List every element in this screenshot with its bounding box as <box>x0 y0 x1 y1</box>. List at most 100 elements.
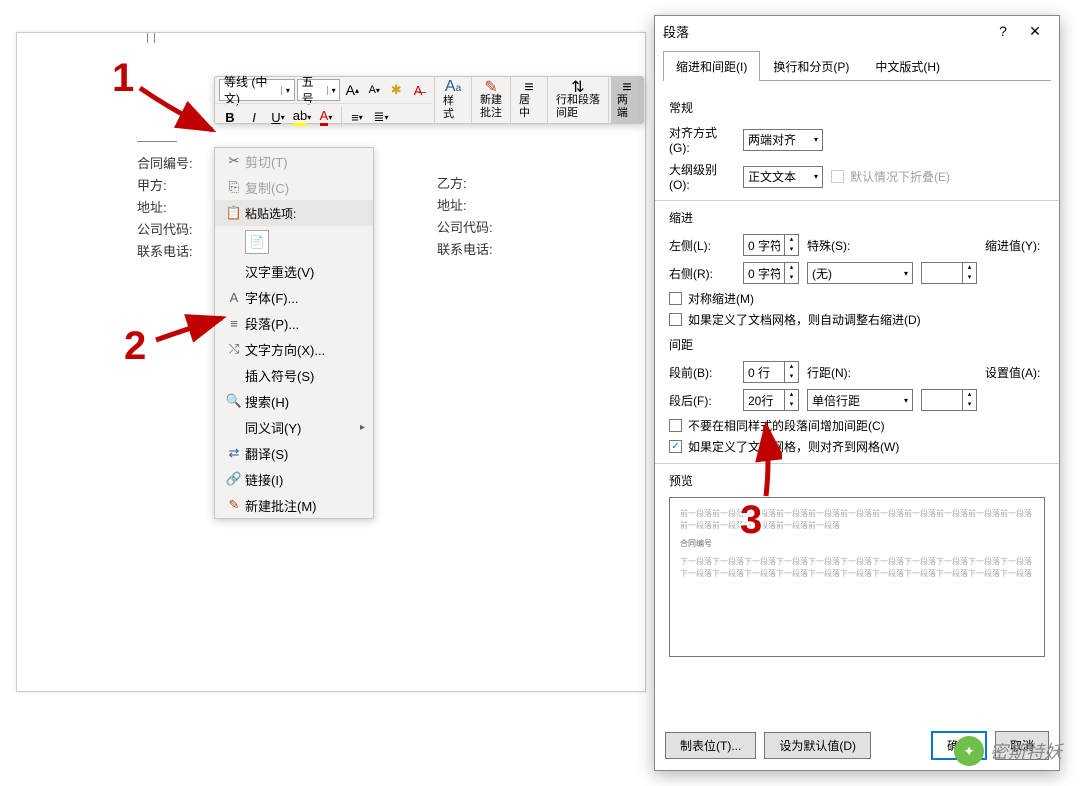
field-phone-a: 联系电话: <box>137 241 193 263</box>
line-spacing-label: 行距(N): <box>807 364 867 381</box>
doc-left-column[interactable]: 合同编号: 甲方: 地址: 公司代码: 联系电话: <box>137 153 193 263</box>
collapsed-checkbox: 默认情况下折叠(E) <box>831 168 950 185</box>
line-spacing-icon: ⇅ <box>571 81 584 94</box>
outline-label: 大纲级别(O): <box>669 161 735 192</box>
indent-right-spinner[interactable]: ▴▾ <box>743 262 799 284</box>
new-comment-button[interactable]: ✎ 新建 批注 <box>474 77 508 123</box>
text-direction-icon: ⤭ <box>223 341 245 357</box>
underline-button[interactable]: U▾ <box>267 106 289 128</box>
mirror-indent-checkbox[interactable]: 对称缩进(M) <box>669 290 1045 307</box>
format-painter-button[interactable]: ✱ <box>386 79 406 101</box>
special-dropdown[interactable]: (无)▾ <box>807 262 913 284</box>
align-center-icon: ≡ <box>524 81 533 94</box>
space-before-spinner[interactable]: ▴▾ <box>743 361 799 383</box>
field-company-code-a: 公司代码: <box>137 219 193 241</box>
field-party-b: 乙方: <box>437 173 493 195</box>
clipboard-icon: 📄 <box>250 235 265 249</box>
ok-button[interactable]: 确定 <box>931 731 987 760</box>
chevron-down-icon: ▾ <box>904 396 908 405</box>
preview-box: 前一段落前一段落前一段落前一段落前一段落前一段落前一段落前一段落前一段落前一段落… <box>669 497 1045 657</box>
format-painter-icon: ✱ <box>391 82 402 98</box>
no-space-same-style-checkbox[interactable]: 不要在相同样式的段落间增加间距(C) <box>669 417 1045 434</box>
italic-button[interactable]: I <box>243 106 265 128</box>
doc-right-column[interactable]: 乙方: 地址: 公司代码: 联系电话: <box>437 173 493 261</box>
copy-icon: ⎘ <box>223 179 245 195</box>
ctx-paste-options-row: 📄 <box>215 226 373 258</box>
field-address-b: 地址: <box>437 195 493 217</box>
font-color-button[interactable]: A▾ <box>315 106 337 128</box>
chevron-down-icon: ▾ <box>814 135 818 144</box>
ctx-paragraph[interactable]: ≡段落(P)... <box>215 310 373 336</box>
tabs-button[interactable]: 制表位(T)... <box>665 732 756 759</box>
auto-adjust-indent-checkbox[interactable]: 如果定义了文档网格，则自动调整右缩进(D) <box>669 311 1045 328</box>
search-icon: 🔍 <box>223 393 245 409</box>
shrink-font-button[interactable]: A▾ <box>364 79 384 101</box>
tab-indent-spacing[interactable]: 缩进和间距(I) <box>663 51 760 81</box>
align-justify-icon: ≡ <box>622 81 631 94</box>
field-contract-no: 合同编号: <box>137 153 193 175</box>
section-spacing-title: 间距 <box>669 336 1045 353</box>
alignment-label: 对齐方式(G): <box>669 124 735 155</box>
highlight-button[interactable]: ab▾ <box>291 106 313 128</box>
paste-icon: 📋 <box>223 205 245 221</box>
ctx-search[interactable]: 🔍搜索(H) <box>215 388 373 414</box>
tab-chinese-layout[interactable]: 中文版式(H) <box>862 51 953 81</box>
bullet-list-button[interactable]: ≡▾ <box>346 106 368 128</box>
set-default-button[interactable]: 设为默认值(D) <box>764 732 871 759</box>
translate-icon: ⇄ <box>223 445 245 461</box>
ctx-font[interactable]: A字体(F)... <box>215 284 373 310</box>
align-center-button[interactable]: ≡ 居中 <box>513 77 545 123</box>
dialog-footer: 制表位(T)... 设为默认值(D) 确定 取消 <box>655 721 1059 770</box>
styles-icon: Aa <box>445 80 461 95</box>
styles-button[interactable]: Aa 样式 <box>437 77 469 123</box>
link-icon: 🔗 <box>223 471 245 487</box>
line-spacing-button[interactable]: ⇅ 行和段落 间距 <box>550 77 606 123</box>
font-name-combo[interactable]: 等线 (中文)▾ <box>219 79 295 101</box>
grow-font-button[interactable]: A▴ <box>342 79 362 101</box>
dialog-titlebar[interactable]: 段落 ? ✕ <box>655 16 1059 46</box>
special-label: 特殊(S): <box>807 237 867 254</box>
ctx-cut[interactable]: ✂剪切(T) <box>215 148 373 174</box>
close-button[interactable]: ✕ <box>1019 23 1051 40</box>
ctx-insert-symbol[interactable]: 插入符号(S) <box>215 362 373 388</box>
number-list-button[interactable]: ≣▾ <box>370 106 392 128</box>
alignment-dropdown[interactable]: 两端对齐▾ <box>743 129 823 151</box>
field-address-a: 地址: <box>137 197 193 219</box>
line-spacing-dropdown[interactable]: 单倍行距▾ <box>807 389 913 411</box>
space-after-spinner[interactable]: ▴▾ <box>743 389 799 411</box>
ctx-text-direction[interactable]: ⤭文字方向(X)... <box>215 336 373 362</box>
indent-left-spinner[interactable]: ▴▾ <box>743 234 799 256</box>
ctx-synonyms[interactable]: 同义词(Y)▸ <box>215 414 373 440</box>
indent-value-label: 缩进值(Y): <box>985 237 1045 254</box>
space-after-label: 段后(F): <box>669 392 735 409</box>
setting-value-spinner[interactable]: ▴▾ <box>921 389 977 411</box>
ctx-link[interactable]: 🔗链接(I) <box>215 466 373 492</box>
tab-line-breaks[interactable]: 换行和分页(P) <box>760 51 862 81</box>
section-general-title: 常规 <box>669 99 1045 116</box>
bold-button[interactable]: B <box>219 106 241 128</box>
outline-dropdown[interactable]: 正文文本▾ <box>743 166 823 188</box>
mini-toolbar: 等线 (中文)▾ 五号▾ A▴ A▾ ✱ A̶ B I U▾ ab▾ A▾ ≡▾… <box>214 76 644 124</box>
ctx-copy[interactable]: ⎘复制(C) <box>215 174 373 200</box>
section-preview-title: 预览 <box>669 472 1045 489</box>
field-party-a: 甲方: <box>137 175 193 197</box>
space-before-label: 段前(B): <box>669 364 735 381</box>
cut-icon: ✂ <box>223 153 245 169</box>
close-icon: ✕ <box>1029 23 1041 39</box>
clear-formatting-button[interactable]: A̶ <box>408 79 428 101</box>
ctx-translate[interactable]: ⇄翻译(S) <box>215 440 373 466</box>
font-size-combo[interactable]: 五号▾ <box>297 79 341 101</box>
snap-to-grid-checkbox[interactable]: ✓如果定义了文档网格，则对齐到网格(W) <box>669 438 1045 455</box>
cancel-button[interactable]: 取消 <box>995 731 1049 760</box>
paragraph-icon: ≡ <box>223 316 245 331</box>
dialog-tabs: 缩进和间距(I) 换行和分页(P) 中文版式(H) <box>663 50 1051 81</box>
align-justify-button[interactable]: ≡ 两端 <box>611 77 643 123</box>
context-menu: ✂剪切(T) ⎘复制(C) 📋粘贴选项: 📄 汉字重选(V) A字体(F)...… <box>214 147 374 519</box>
ctx-new-comment[interactable]: ✎新建批注(M) <box>215 492 373 518</box>
indent-left-label: 左侧(L): <box>669 237 735 254</box>
paste-keep-text-button[interactable]: 📄 <box>245 230 269 254</box>
help-button[interactable]: ? <box>987 23 1019 39</box>
indent-value-spinner[interactable]: ▴▾ <box>921 262 977 284</box>
ctx-reconvert[interactable]: 汉字重选(V) <box>215 258 373 284</box>
chevron-down-icon: ▾ <box>814 172 818 181</box>
